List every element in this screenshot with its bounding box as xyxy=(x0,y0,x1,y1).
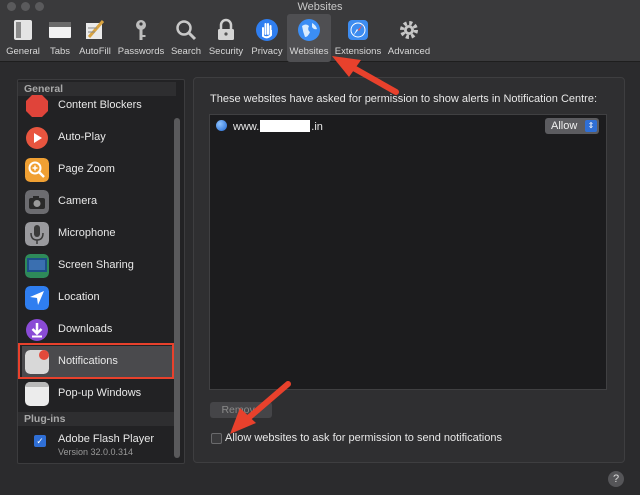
websites-list[interactable] xyxy=(209,114,607,390)
sidebar-item-auto-play[interactable]: Auto-Play xyxy=(22,122,174,154)
downloads-icon xyxy=(26,319,48,341)
toolbar-search-label: Search xyxy=(170,46,202,57)
toolbar-privacy-label: Privacy xyxy=(251,46,283,57)
sidebar-item-microphone[interactable]: Microphone xyxy=(22,218,174,250)
toolbar-general-label: General xyxy=(6,46,40,57)
content-blockers-icon xyxy=(26,95,48,117)
permission-select[interactable]: Allow ⇕ xyxy=(545,118,599,134)
sidebar-item-flash-player[interactable]: ✓ Adobe Flash Player Version 32.0.0.314 xyxy=(22,428,174,462)
flash-player-version: Version 32.0.0.314 xyxy=(58,447,134,457)
location-icon xyxy=(25,286,49,310)
annotation-highlight-box xyxy=(18,343,174,379)
website-entry[interactable]: www. .in xyxy=(233,120,323,133)
website-prefix: www. xyxy=(233,121,260,133)
flash-player-label: Adobe Flash Player xyxy=(58,433,154,445)
sidebar-scrollbar[interactable] xyxy=(174,118,180,458)
toolbar-autofill[interactable]: AutoFill xyxy=(76,14,114,62)
toolbar-autofill-label: AutoFill xyxy=(79,46,111,57)
toolbar-privacy[interactable]: Privacy xyxy=(248,14,286,62)
extensions-icon xyxy=(348,20,368,40)
flash-player-checkbox[interactable]: ✓ xyxy=(34,435,46,447)
toolbar-security[interactable]: Security xyxy=(206,14,246,62)
allow-notifications-label: Allow websites to ask for permission to … xyxy=(225,432,502,444)
sidebar-heading-plugins: Plug-ins xyxy=(18,412,176,426)
camera-icon xyxy=(25,190,49,214)
chevron-updown-icon: ⇕ xyxy=(585,120,597,132)
help-button[interactable]: ? xyxy=(608,471,624,487)
page-zoom-icon xyxy=(25,158,49,182)
autoplay-icon xyxy=(26,127,48,149)
globe-icon xyxy=(216,120,227,131)
sidebar-item-content-blockers[interactable]: Content Blockers xyxy=(22,90,174,122)
toolbar-advanced[interactable]: Advanced xyxy=(386,14,432,62)
sidebar-item-label: Page Zoom xyxy=(58,163,115,175)
sidebar-item-label: Microphone xyxy=(58,227,116,239)
lock-icon xyxy=(218,18,234,40)
sidebar-item-label: Screen Sharing xyxy=(58,259,134,271)
toolbar-passwords[interactable]: Passwords xyxy=(116,14,166,62)
hand-icon xyxy=(256,19,278,41)
sidebar-item-label: Downloads xyxy=(58,323,113,335)
toolbar-extensions[interactable]: Extensions xyxy=(333,14,383,62)
tabs-icon xyxy=(49,22,71,38)
sidebar-item-page-zoom[interactable]: Page Zoom xyxy=(22,154,174,186)
sidebar-item-label: Location xyxy=(58,291,100,303)
sidebar-item-location[interactable]: Location xyxy=(22,282,174,314)
toolbar-passwords-label: Passwords xyxy=(117,46,165,57)
toolbar-extensions-label: Extensions xyxy=(334,46,382,57)
title-bar: Websites xyxy=(0,0,640,14)
panel-description: These websites have asked for permission… xyxy=(210,93,598,105)
globe-icon xyxy=(298,19,320,41)
sidebar-item-downloads[interactable]: Downloads xyxy=(22,314,174,346)
toolbar-tabs[interactable]: Tabs xyxy=(44,14,76,62)
toolbar-websites[interactable]: Websites xyxy=(287,14,331,62)
popup-windows-icon xyxy=(25,382,49,406)
sidebar-item-label: Content Blockers xyxy=(58,99,142,111)
toolbar-tabs-label: Tabs xyxy=(49,46,71,57)
sidebar-item-screen-sharing[interactable]: Screen Sharing xyxy=(22,250,174,282)
toolbar-search[interactable]: Search xyxy=(168,14,204,62)
window-title: Websites xyxy=(297,1,343,13)
gear-icon xyxy=(400,21,418,39)
toolbar-websites-label: Websites xyxy=(289,46,329,57)
sidebar-item-label: Pop-up Windows xyxy=(58,387,142,399)
general-icon xyxy=(14,20,32,40)
redaction-block xyxy=(260,120,311,132)
microphone-icon xyxy=(25,222,49,246)
website-suffix: .in xyxy=(311,121,323,133)
remove-button[interactable]: Remove xyxy=(210,402,272,418)
sidebar-item-popup-windows[interactable]: Pop-up Windows xyxy=(22,378,174,410)
allow-notifications-checkbox[interactable] xyxy=(211,433,222,444)
toolbar-advanced-label: Advanced xyxy=(387,46,431,57)
sidebar-item-camera[interactable]: Camera xyxy=(22,186,174,218)
permission-value: Allow xyxy=(551,120,578,132)
sidebar-item-label: Camera xyxy=(58,195,98,207)
autofill-icon xyxy=(86,20,105,39)
key-icon xyxy=(136,20,146,40)
sidebar: General Content Blockers Auto-Play Page … xyxy=(17,79,185,464)
toolbar-security-label: Security xyxy=(208,46,244,57)
search-icon xyxy=(176,20,197,41)
sidebar-item-label: Auto-Play xyxy=(58,131,106,143)
screen-sharing-icon xyxy=(25,254,49,278)
preferences-toolbar: General Tabs AutoFill Passwords Search S… xyxy=(0,14,640,62)
toolbar-general[interactable]: General xyxy=(2,14,44,62)
